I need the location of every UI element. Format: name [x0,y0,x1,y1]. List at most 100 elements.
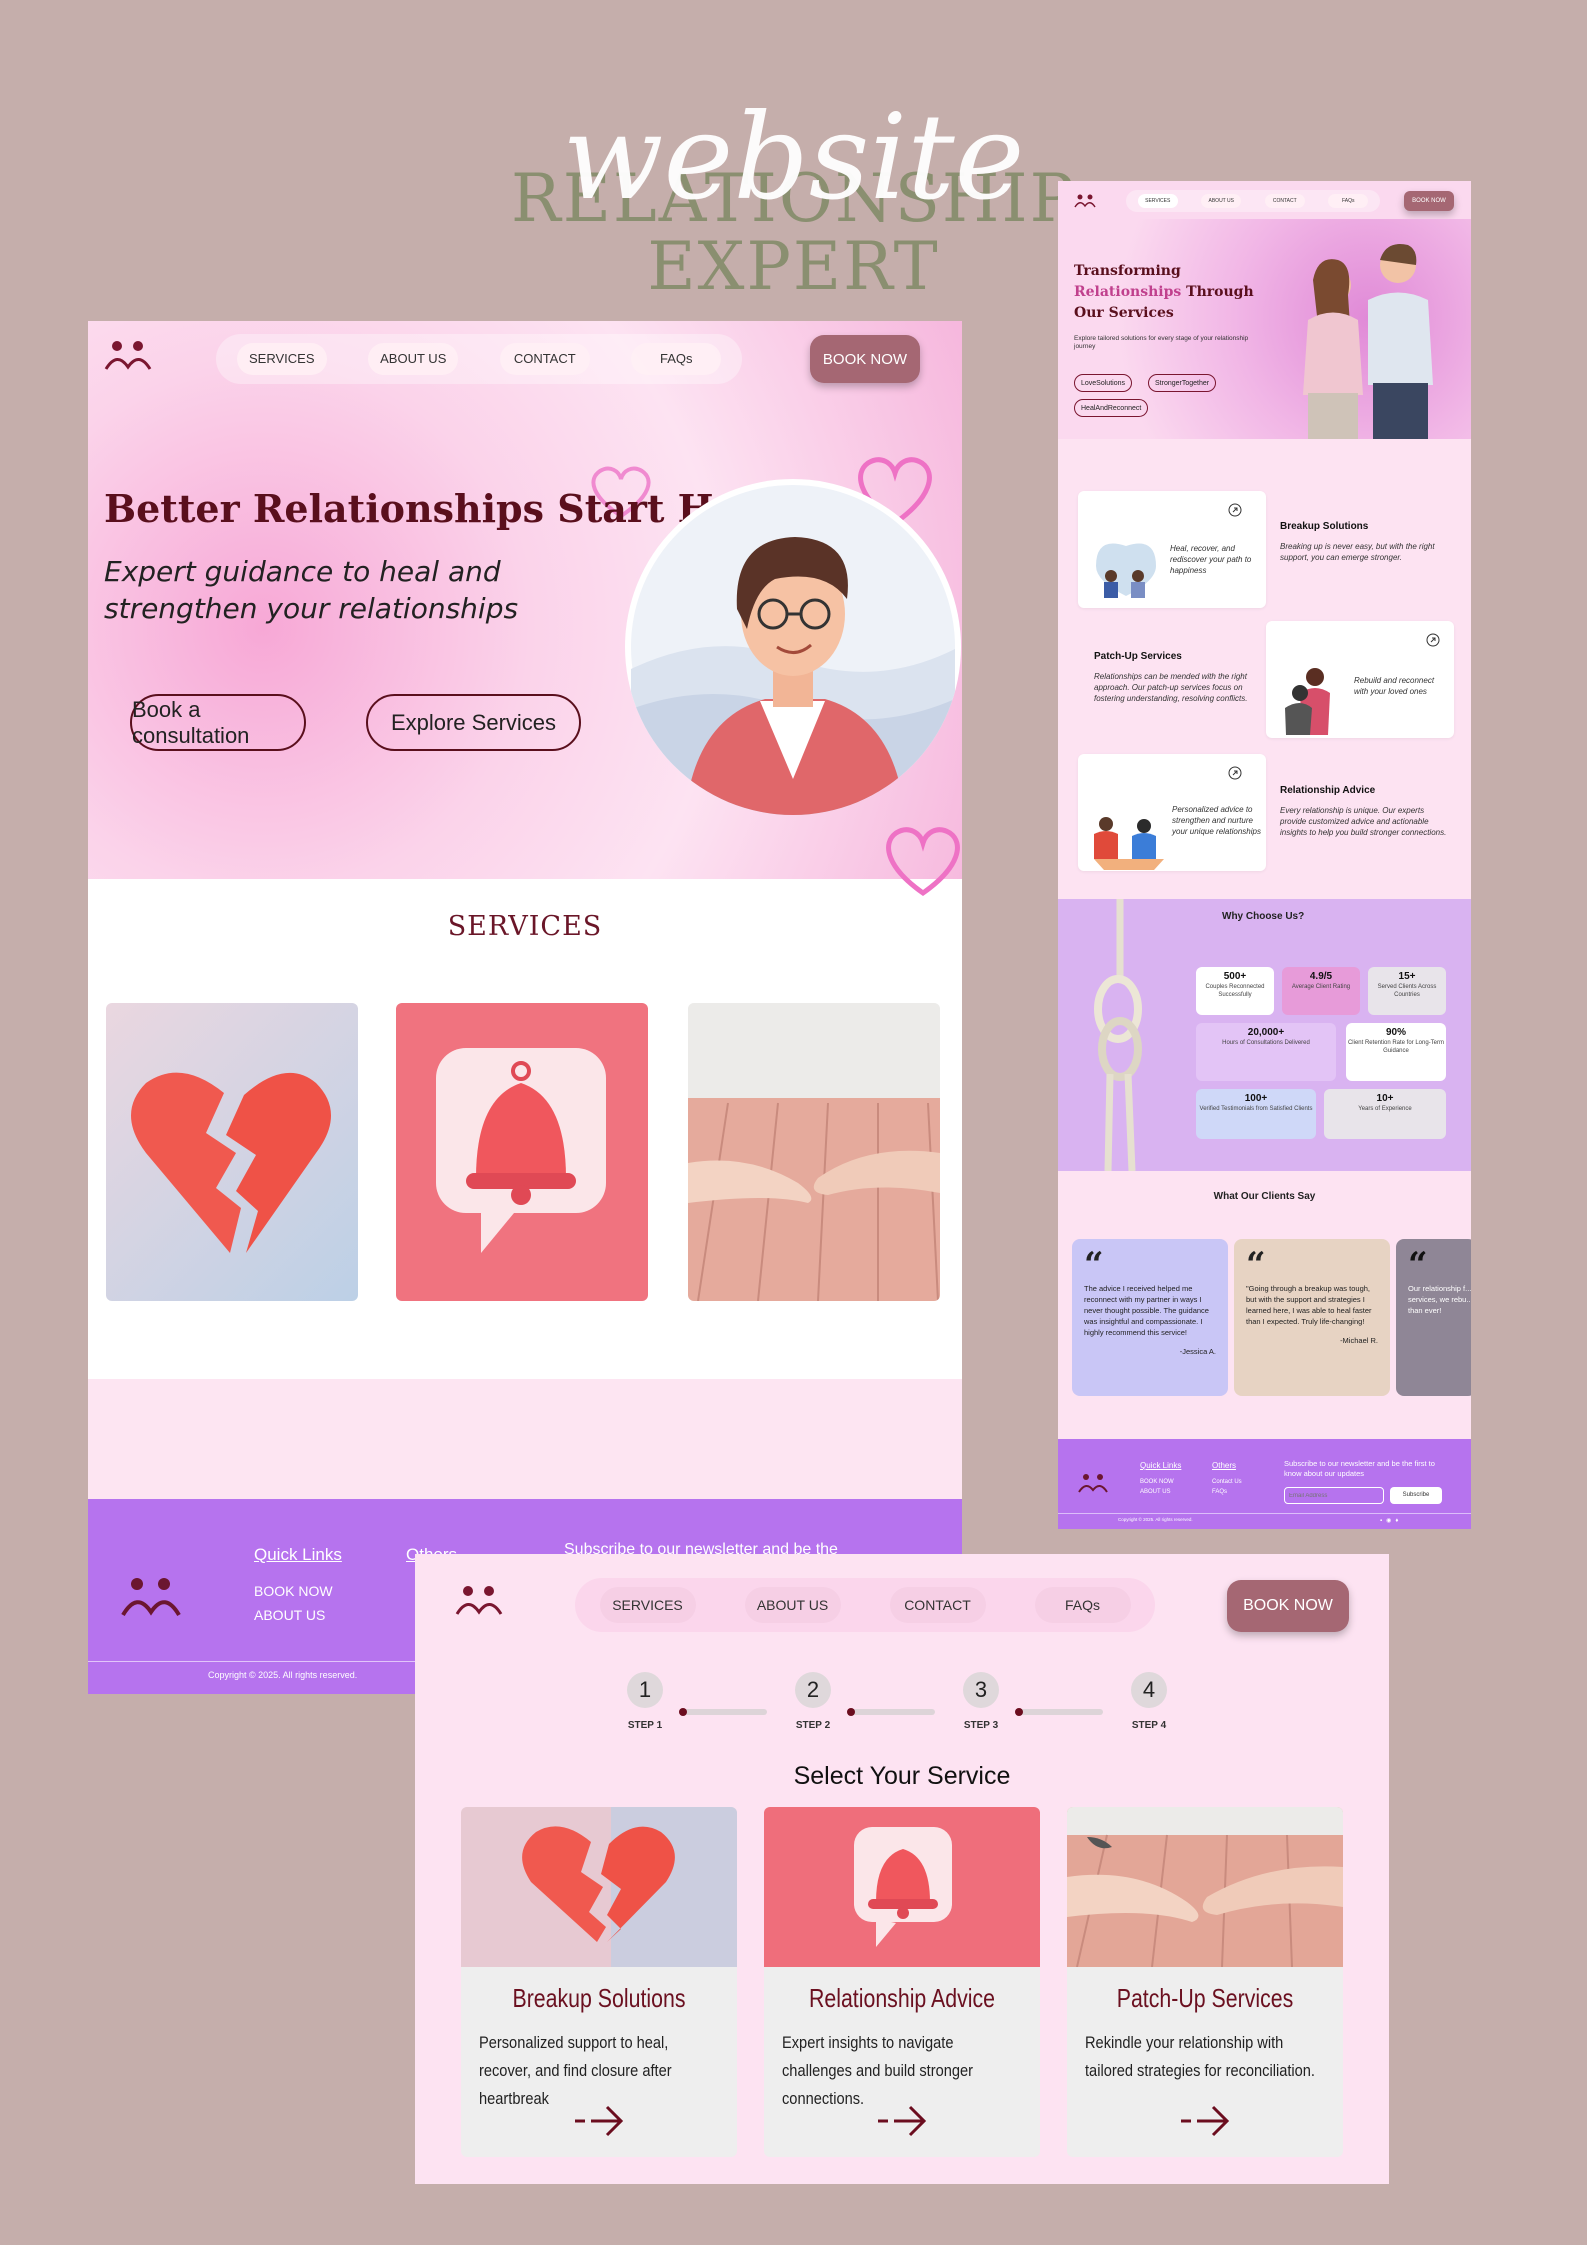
arrow-up-right-icon[interactable] [1228,503,1242,517]
book-consultation-button[interactable]: Book a consultation [130,694,306,751]
stat-value: 100+ [1244,1093,1268,1104]
hero-description: Explore tailored solutions for every sta… [1074,335,1249,350]
clients-title: What Our Clients Say [1213,1191,1316,1202]
testimonial-card: “ "Going through a breakup was tough, bu… [1234,1239,1390,1396]
hands-image [1067,1807,1343,1968]
service-option-advice[interactable]: Relationship Advice Expert insights to n… [764,1807,1040,2157]
step-progress-bar [847,1708,935,1716]
service-card-breakup[interactable]: Heal, recover, and rediscover your path … [1078,491,1266,608]
logo-icon[interactable] [1074,194,1096,208]
book-now-button[interactable]: BOOK NOW [1227,1580,1349,1632]
service-option-description: Rekindle your relationship with tailored… [1085,2033,1315,2080]
footer-book-now-link[interactable]: BOOK NOW [254,1583,333,1599]
booking-page: SERVICES ABOUT US CONTACT FAQs BOOK NOW … [415,1554,1389,2184]
breakup-illustration [1096,543,1156,598]
booking-nav: SERVICES ABOUT US CONTACT FAQs [575,1578,1155,1632]
service-image-caption: Personalized advice to strengthen and nu… [1172,805,1261,836]
nav-about[interactable]: ABOUT US [368,343,459,375]
social-icons[interactable]: ▪◉♦ [1380,1517,1402,1524]
step-circle[interactable]: 1 [627,1672,663,1708]
book-now-button[interactable]: BOOK NOW [1404,191,1454,211]
arrow-up-right-icon[interactable] [1426,633,1440,647]
arrow-right-icon[interactable] [874,2101,930,2141]
footer-book-now-link[interactable]: BOOK NOW [1140,1479,1174,1485]
footer-logo-icon[interactable] [1078,1473,1108,1493]
service-option-patchup[interactable]: Patch-Up Services Rekindle your relation… [1067,1807,1343,2157]
service-title: Patch-Up Services [1094,651,1182,662]
arrow-up-right-icon[interactable] [1228,766,1242,780]
nav-about[interactable]: ABOUT US [744,1587,841,1623]
email-input[interactable] [1284,1487,1384,1504]
home-band [88,1379,962,1499]
stat-label: Client Retention Rate for Long-Term Guid… [1347,1040,1445,1054]
step-progress-bar [679,1708,767,1716]
service-title: Relationship Advice [1280,785,1376,796]
main-nav: SERVICES ABOUT US CONTACT FAQs [216,334,742,384]
arrow-right-icon[interactable] [1177,2101,1233,2141]
stat-value: 90% [1385,1027,1406,1038]
footer-subscribe-text: Subscribe to our newsletter and be the f… [1284,1459,1435,1478]
hero-title-part: Transforming [1074,263,1181,279]
rope-knot-illustration [1094,899,1142,1171]
stat-label: Verified Testimonials from Satisfied Cli… [1199,1106,1313,1112]
hero-title-highlight: Relationships [1074,284,1182,300]
service-image-bell[interactable] [396,1003,648,1301]
arrow-right-icon[interactable] [571,2101,627,2141]
hero-subtitle: Expert guidance to heal and strengthen y… [104,555,519,625]
step-label: STEP 2 [795,1720,831,1731]
tag-pill[interactable]: LoveSolutions [1074,374,1132,392]
tag-pill[interactable]: HealAndReconnect [1074,399,1149,417]
nav-about[interactable]: ABOUT US [1201,194,1242,208]
service-option-title: Patch-Up Services [1116,1983,1294,2013]
advice-illustration [1094,817,1164,870]
logo-icon[interactable] [104,339,152,373]
service-option-breakup[interactable]: Breakup Solutions Personalized support t… [461,1807,737,2157]
service-description: Every relationship is unique. Our expert… [1280,806,1447,837]
stat-value: 20,000+ [1247,1027,1285,1038]
step-circle[interactable]: 3 [963,1672,999,1708]
nav-services[interactable]: SERVICES [599,1587,696,1623]
logo-icon[interactable] [455,1584,503,1618]
book-now-button[interactable]: BOOK NOW [810,335,920,383]
service-image-breakup[interactable] [106,1003,358,1301]
hero-title-part: Through [1186,284,1254,300]
service-card-patchup[interactable]: Rebuild and reconnect with your loved on… [1266,621,1454,738]
home-hero: SERVICES ABOUT US CONTACT FAQs BOOK NOW … [88,321,962,897]
footer-contact-link[interactable]: Contact Us [1212,1479,1242,1485]
nav-contact[interactable]: CONTACT [1264,194,1305,208]
nav-services[interactable]: SERVICES [236,343,327,375]
patchup-illustration [1285,668,1330,735]
service-option-title: Breakup Solutions [512,1983,686,2013]
footer-logo-icon[interactable] [120,1575,182,1619]
footer-faqs-link[interactable]: FAQs [1212,1489,1227,1495]
service-image-hands[interactable] [688,1003,940,1301]
tag-pill[interactable]: StrongerTogether [1148,374,1217,392]
services-footer: Quick Links BOOK NOW ABOUT US Others Con… [1058,1439,1471,1529]
nav-faqs[interactable]: FAQs [1034,1587,1131,1623]
step-label: STEP 1 [627,1720,663,1731]
stat-value: 10+ [1376,1093,1394,1104]
hero-title-part: Our Services [1074,305,1174,321]
select-service-heading: Select Your Service [793,1762,1011,1790]
footer-about-link[interactable]: ABOUT US [1140,1489,1171,1495]
nav-contact[interactable]: CONTACT [499,343,590,375]
footer-about-link[interactable]: ABOUT US [254,1607,325,1623]
footer-copyright: Copyright © 2025. All rights reserved. [1118,1517,1193,1522]
subscribe-button[interactable]: Subscribe [1390,1487,1442,1504]
nav-faqs[interactable]: FAQs [1328,194,1369,208]
explore-services-button[interactable]: Explore Services [366,694,581,751]
stat-label: Average Client Rating [1291,984,1351,990]
why-choose-us-title: Why Choose Us? [1222,911,1305,922]
stat-label: Hours of Consultations Delivered [1222,1040,1310,1046]
couple-illustration [1303,244,1433,439]
step-circle[interactable]: 2 [795,1672,831,1708]
why-choose-us-section: Why Choose Us? 500+ Couples Reconnected S… [1058,899,1471,1171]
nav-contact[interactable]: CONTACT [889,1587,986,1623]
step-circle[interactable]: 4 [1131,1672,1167,1708]
nav-faqs[interactable]: FAQs [631,343,722,375]
expert-portrait [625,479,961,815]
nav-services[interactable]: SERVICES [1137,194,1178,208]
service-card-advice[interactable]: Personalized advice to strengthen and nu… [1078,754,1266,871]
service-description: Relationships can be mended with the rig… [1094,672,1248,703]
testimonial-card: “ The advice I received helped me reconn… [1072,1239,1228,1396]
